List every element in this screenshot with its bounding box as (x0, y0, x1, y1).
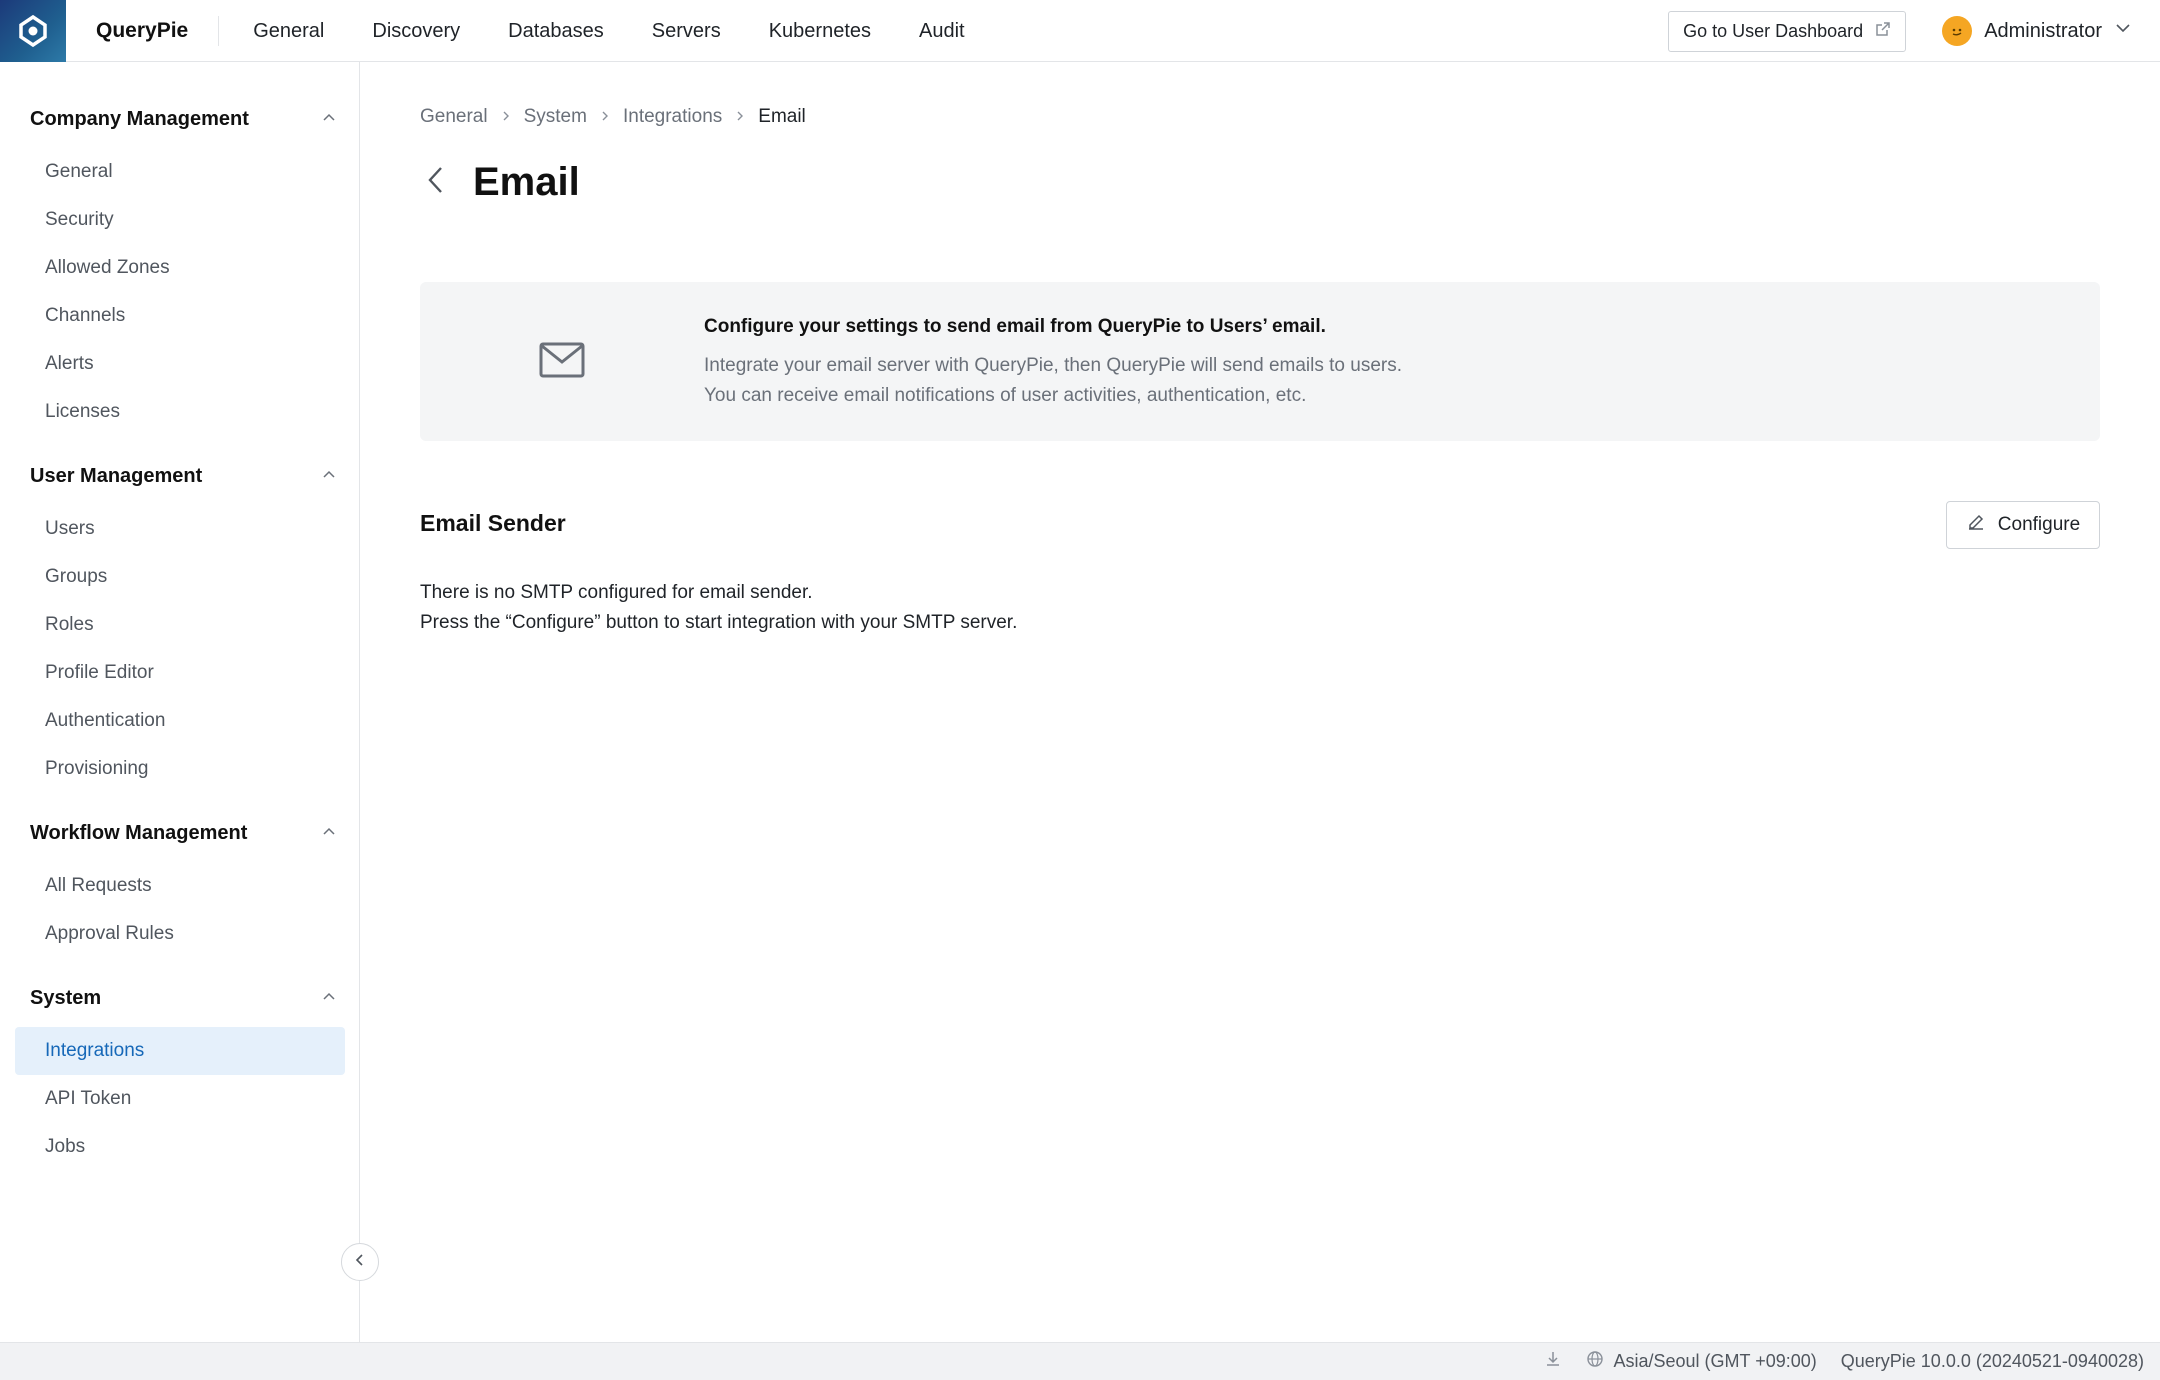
sidebar-item-licenses[interactable]: Licenses (15, 388, 345, 436)
sidebar-item-approval-rules[interactable]: Approval Rules (15, 910, 345, 958)
nav-kubernetes[interactable]: Kubernetes (745, 0, 895, 62)
breadcrumb-email: Email (758, 106, 806, 127)
nav-general[interactable]: General (229, 0, 348, 62)
back-arrow-icon[interactable] (425, 163, 447, 202)
chevron-right-icon (500, 106, 512, 128)
sidebar-item-general[interactable]: General (15, 148, 345, 196)
user-name: Administrator (1984, 19, 2102, 42)
sidebar-item-channels[interactable]: Channels (15, 292, 345, 340)
nav-databases[interactable]: Databases (484, 0, 628, 62)
chevron-right-icon (599, 106, 611, 128)
chevron-up-icon (322, 465, 336, 488)
section-workflow-management[interactable]: Workflow Management (30, 822, 336, 845)
timezone-label: Asia/Seoul (GMT +09:00) (1613, 1351, 1817, 1371)
info-description-line: Integrate your email server with QueryPi… (704, 355, 1403, 376)
info-banner: Configure your settings to send email fr… (420, 282, 2100, 441)
go-to-user-dashboard-button[interactable]: Go to User Dashboard (1668, 10, 1907, 52)
sidebar-item-integrations[interactable]: Integrations (15, 1027, 345, 1075)
dashboard-button-label: Go to User Dashboard (1683, 20, 1864, 41)
section-title: System (30, 987, 102, 1009)
mail-icon (539, 342, 585, 383)
sidebar: Company Management General Security Allo… (0, 62, 360, 1342)
chevron-up-icon (322, 822, 336, 845)
sidebar-item-api-token[interactable]: API Token (15, 1075, 345, 1123)
breadcrumb-system[interactable]: System (524, 106, 587, 128)
sidebar-item-profile-editor[interactable]: Profile Editor (15, 649, 345, 697)
configure-button-label: Configure (1997, 514, 2081, 535)
breadcrumb: General System Integrations Email (420, 106, 806, 128)
configure-button[interactable]: Configure (1946, 501, 2100, 549)
timezone-selector[interactable]: Asia/Seoul (GMT +09:00) (1586, 1350, 1817, 1373)
nav-discovery[interactable]: Discovery (348, 0, 484, 62)
chevron-down-icon (2114, 19, 2132, 43)
email-sender-title: Email Sender (420, 510, 566, 536)
brand-name: QueryPie (96, 15, 220, 46)
sidebar-item-users[interactable]: Users (15, 505, 345, 553)
top-navigation: General Discovery Databases Servers Kube… (229, 0, 988, 62)
info-title: Configure your settings to send email fr… (704, 316, 1326, 337)
section-user-management[interactable]: User Management (30, 465, 336, 488)
header-actions: Go to User Dashboard Administrator (1668, 0, 2160, 62)
status-bar: Asia/Seoul (GMT +09:00) QueryPie 10.0.0 … (0, 1342, 2160, 1380)
empty-state-line: There is no SMTP configured for email se… (420, 582, 813, 603)
section-title: User Management (30, 465, 203, 487)
section-title: Company Management (30, 108, 249, 130)
querypie-logo-icon[interactable] (0, 0, 66, 62)
sidebar-item-roles[interactable]: Roles (15, 601, 345, 649)
edit-pencil-icon (1966, 512, 1986, 538)
sidebar-item-security[interactable]: Security (15, 196, 345, 244)
empty-state-line: Press the “Configure” button to start in… (420, 612, 1018, 633)
globe-icon (1586, 1350, 1604, 1373)
chevron-up-icon (322, 108, 336, 131)
section-company-management[interactable]: Company Management (30, 108, 336, 131)
page-header: Email (425, 160, 580, 205)
section-title: Workflow Management (30, 822, 248, 844)
external-link-icon (1875, 21, 1891, 42)
section-system[interactable]: System (30, 987, 336, 1010)
sidebar-item-alerts[interactable]: Alerts (15, 340, 345, 388)
sidebar-item-jobs[interactable]: Jobs (15, 1123, 345, 1171)
sidebar-item-all-requests[interactable]: All Requests (15, 862, 345, 910)
download-icon[interactable] (1544, 1350, 1562, 1373)
page-title: Email (473, 160, 580, 204)
top-bar: QueryPie General Discovery Databases Ser… (0, 0, 2160, 62)
info-description-line: You can receive email notifications of u… (704, 385, 1307, 406)
sidebar-item-groups[interactable]: Groups (15, 553, 345, 601)
main-content: General System Integrations Email Email … (361, 62, 2160, 1342)
chevron-up-icon (322, 987, 336, 1010)
avatar (1942, 16, 1973, 46)
sidebar-item-allowed-zones[interactable]: Allowed Zones (15, 244, 345, 292)
user-menu[interactable]: Administrator (1942, 16, 2132, 46)
breadcrumb-general[interactable]: General (420, 106, 488, 128)
nav-servers[interactable]: Servers (628, 0, 745, 62)
breadcrumb-integrations[interactable]: Integrations (623, 106, 722, 128)
version-label: QueryPie 10.0.0 (20240521-0940028) (1840, 1351, 2144, 1371)
sidebar-item-authentication[interactable]: Authentication (15, 697, 345, 745)
sidebar-item-provisioning[interactable]: Provisioning (15, 745, 345, 793)
nav-audit[interactable]: Audit (895, 0, 989, 62)
chevron-right-icon (734, 106, 746, 128)
